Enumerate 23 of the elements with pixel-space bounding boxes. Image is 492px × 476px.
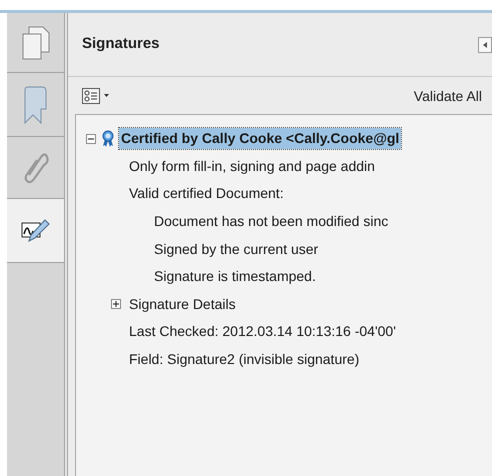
paperclip-icon <box>22 150 48 184</box>
tree-item[interactable]: Signed by the current user <box>152 238 320 260</box>
validate-all-button[interactable]: Validate All <box>410 86 486 106</box>
options-button[interactable] <box>82 88 110 104</box>
sidebar-tab[interactable] <box>7 199 64 263</box>
expand-toggle[interactable] <box>111 299 121 310</box>
tree-item[interactable]: Document has not been modified sinc <box>152 211 390 232</box>
tree-item[interactable]: Signature Details <box>127 294 238 315</box>
signature-pen-icon <box>20 218 50 244</box>
collapse-button[interactable] <box>478 36 492 52</box>
panel-title: Signatures <box>82 34 160 54</box>
tree-item[interactable]: Signature is timestamped. <box>152 266 318 288</box>
tree-item[interactable]: Field: Signature2 (invisible signature) <box>127 349 362 370</box>
tree-item[interactable]: Last Checked: 2012.03.14 10:13:16 -04'00' <box>127 321 398 342</box>
bookmark-icon <box>22 86 48 124</box>
pages-icon <box>20 26 50 60</box>
left-arrow-icon <box>483 42 487 48</box>
tree-item[interactable]: Only form fill-in, signing and page addin <box>127 156 377 177</box>
tree-item[interactable]: Valid certified Document: <box>127 183 286 204</box>
list-options-icon <box>82 88 110 104</box>
collapse-toggle[interactable] <box>86 134 96 144</box>
tree-item[interactable]: Certified by Cally Cooke <Cally.Cooke@gl <box>119 128 402 150</box>
ribbon-icon <box>102 130 114 148</box>
